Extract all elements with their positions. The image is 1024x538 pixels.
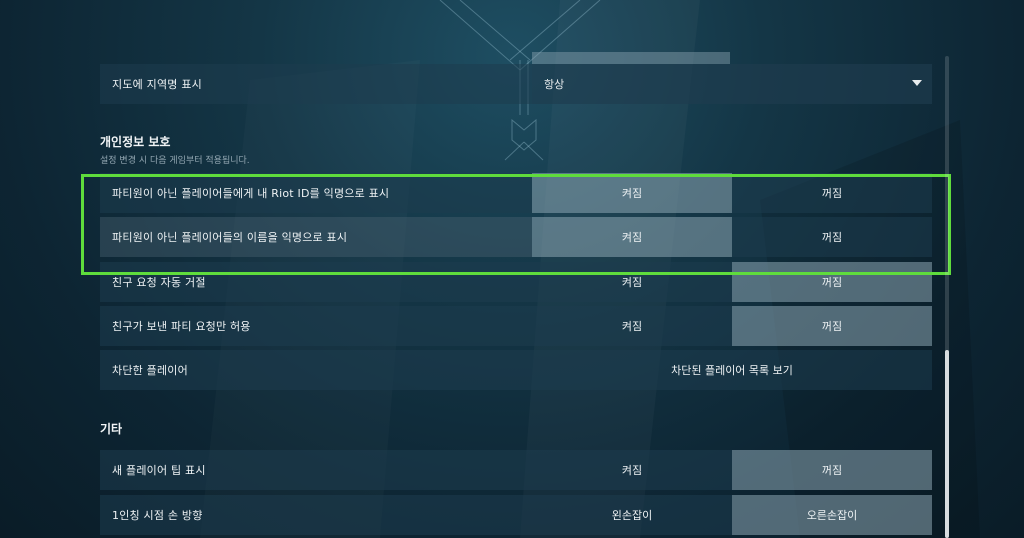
chevron-down-icon: [912, 80, 922, 86]
toggle-on-button[interactable]: 켜짐: [532, 262, 732, 302]
setting-label: 지도에 지역명 표시: [100, 64, 532, 104]
setting-label: 파티원이 아닌 플레이어들의 이름을 익명으로 표시: [100, 217, 532, 257]
toggle-off-button[interactable]: 꺼짐: [732, 262, 932, 302]
previous-row-fragment: [532, 52, 730, 64]
settings-panel: 지도에 지역명 표시 항상 개인정보 보호 설정 변경 시 다음 게임부터 적용…: [100, 0, 932, 538]
toggle-off-button[interactable]: 꺼짐: [732, 306, 932, 346]
setting-row-anonymous-riot-id: 파티원이 아닌 플레이어들에게 내 Riot ID를 익명으로 표시 켜짐 꺼짐: [100, 173, 932, 213]
setting-row-hand-orientation: 1인칭 시점 손 방향 왼손잡이 오른손잡이: [100, 495, 932, 535]
setting-label: 친구 요청 자동 거절: [100, 262, 532, 302]
toggle-on-button[interactable]: 켜짐: [532, 173, 732, 213]
dropdown-value: 항상: [544, 78, 565, 91]
toggle-off-button[interactable]: 꺼짐: [732, 217, 932, 257]
toggle-on-button[interactable]: 켜짐: [532, 217, 732, 257]
setting-label: 차단한 플레이어: [100, 350, 532, 390]
toggle-on-button[interactable]: 켜짐: [532, 450, 732, 490]
setting-row-map-region: 지도에 지역명 표시 항상: [100, 64, 932, 104]
setting-label: 파티원이 아닌 플레이어들에게 내 Riot ID를 익명으로 표시: [100, 173, 532, 213]
toggle-on-button[interactable]: 켜짐: [532, 306, 732, 346]
setting-label: 친구가 보낸 파티 요청만 허용: [100, 306, 532, 346]
right-hand-button[interactable]: 오른손잡이: [732, 495, 932, 535]
toggle-off-button[interactable]: 꺼짐: [732, 450, 932, 490]
setting-row-new-player-tips: 새 플레이어 팁 표시 켜짐 꺼짐: [100, 450, 932, 490]
setting-label: 새 플레이어 팁 표시: [100, 450, 532, 490]
scrollbar-thumb[interactable]: [945, 350, 949, 538]
toggle-off-button[interactable]: 꺼짐: [732, 173, 932, 213]
left-hand-button[interactable]: 왼손잡이: [532, 495, 732, 535]
setting-row-blocked-players: 차단한 플레이어 차단된 플레이어 목록 보기: [100, 350, 932, 390]
section-title-privacy: 개인정보 보호: [100, 135, 171, 149]
map-region-dropdown[interactable]: 항상: [532, 64, 932, 104]
section-subtitle-privacy: 설정 변경 시 다음 게임부터 적용됩니다.: [100, 156, 250, 166]
view-blocked-players-button[interactable]: 차단된 플레이어 목록 보기: [532, 350, 932, 390]
section-title-misc: 기타: [100, 422, 123, 436]
setting-row-anonymous-names: 파티원이 아닌 플레이어들의 이름을 익명으로 표시 켜짐 꺼짐: [100, 217, 932, 257]
setting-row-friend-party-only: 친구가 보낸 파티 요청만 허용 켜짐 꺼짐: [100, 306, 932, 346]
setting-label: 1인칭 시점 손 방향: [100, 495, 532, 535]
setting-row-auto-decline-friends: 친구 요청 자동 거절 켜짐 꺼짐: [100, 262, 932, 302]
